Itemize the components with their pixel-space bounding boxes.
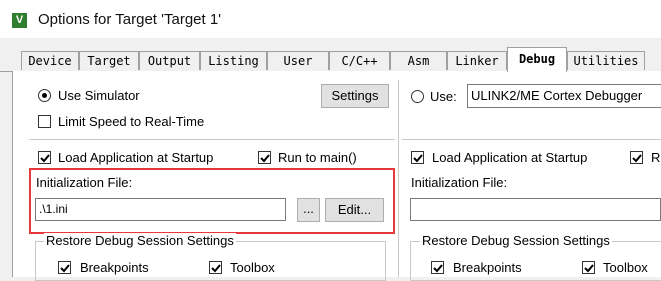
checkmark-icon — [632, 154, 642, 163]
title-bar: V Options for Target 'Target 1' — [0, 0, 661, 38]
run-to-main-label: Run to main() — [278, 150, 357, 165]
settings-button[interactable]: Settings — [321, 84, 389, 108]
column-divider — [398, 80, 399, 277]
highlight-box — [29, 168, 395, 234]
right-toolbox-checkbox[interactable] — [582, 261, 595, 274]
checkmark-icon — [433, 264, 443, 273]
tab-device[interactable]: Device — [21, 51, 79, 70]
limit-speed-label: Limit Speed to Real-Time — [58, 114, 205, 129]
tab-debug[interactable]: Debug — [507, 47, 567, 72]
tab-listing[interactable]: Listing — [200, 51, 267, 70]
checkmark-icon — [413, 154, 423, 163]
toolbox-checkbox[interactable] — [209, 261, 222, 274]
checkmark-icon — [584, 264, 594, 273]
right-load-app-checkbox[interactable] — [411, 151, 424, 164]
separator — [402, 139, 661, 140]
right-run-to-main-label: R — [651, 150, 661, 165]
toolbox-label: Toolbox — [230, 260, 275, 275]
radio-selected-dot — [42, 93, 47, 98]
right-breakpoints-label: Breakpoints — [453, 260, 522, 275]
tab-utilities[interactable]: Utilities — [567, 51, 645, 70]
tab-output[interactable]: Output — [139, 51, 200, 70]
right-breakpoints-checkbox[interactable] — [431, 261, 444, 274]
right-toolbox-label: Toolbox — [603, 260, 648, 275]
tab-asm[interactable]: Asm — [390, 51, 447, 70]
right-run-to-main-checkbox[interactable] — [630, 151, 643, 164]
limit-speed-checkbox[interactable] — [38, 115, 51, 128]
right-init-file-input[interactable] — [410, 198, 661, 221]
run-to-main-checkbox[interactable] — [258, 151, 271, 164]
use-simulator-label: Use Simulator — [58, 88, 140, 103]
checkmark-icon — [260, 154, 270, 163]
tab-target[interactable]: Target — [79, 51, 139, 70]
load-app-checkbox[interactable] — [38, 151, 51, 164]
separator — [29, 139, 395, 140]
load-app-label: Load Application at Startup — [58, 150, 214, 165]
right-load-app-label: Load Application at Startup — [432, 150, 588, 165]
checkmark-icon — [211, 264, 221, 273]
debugger-select[interactable]: ULINK2/ME Cortex Debugger — [467, 84, 661, 108]
checkmark-icon — [40, 154, 50, 163]
window-title: Options for Target 'Target 1' — [38, 11, 222, 28]
checkmark-icon — [60, 264, 70, 273]
use-debugger-radio[interactable] — [411, 90, 424, 103]
app-icon: V — [12, 13, 27, 28]
use-simulator-radio[interactable] — [38, 89, 51, 102]
tab-linker[interactable]: Linker — [447, 51, 507, 70]
use-label: Use: — [430, 89, 457, 104]
right-restore-settings-title: Restore Debug Session Settings — [420, 233, 612, 248]
right-init-file-label: Initialization File: — [411, 175, 508, 190]
restore-settings-title: Restore Debug Session Settings — [44, 233, 236, 248]
tab-user[interactable]: User — [267, 51, 329, 70]
tab-c-cpp[interactable]: C/C++ — [329, 51, 390, 70]
breakpoints-checkbox[interactable] — [58, 261, 71, 274]
breakpoints-label: Breakpoints — [80, 260, 149, 275]
